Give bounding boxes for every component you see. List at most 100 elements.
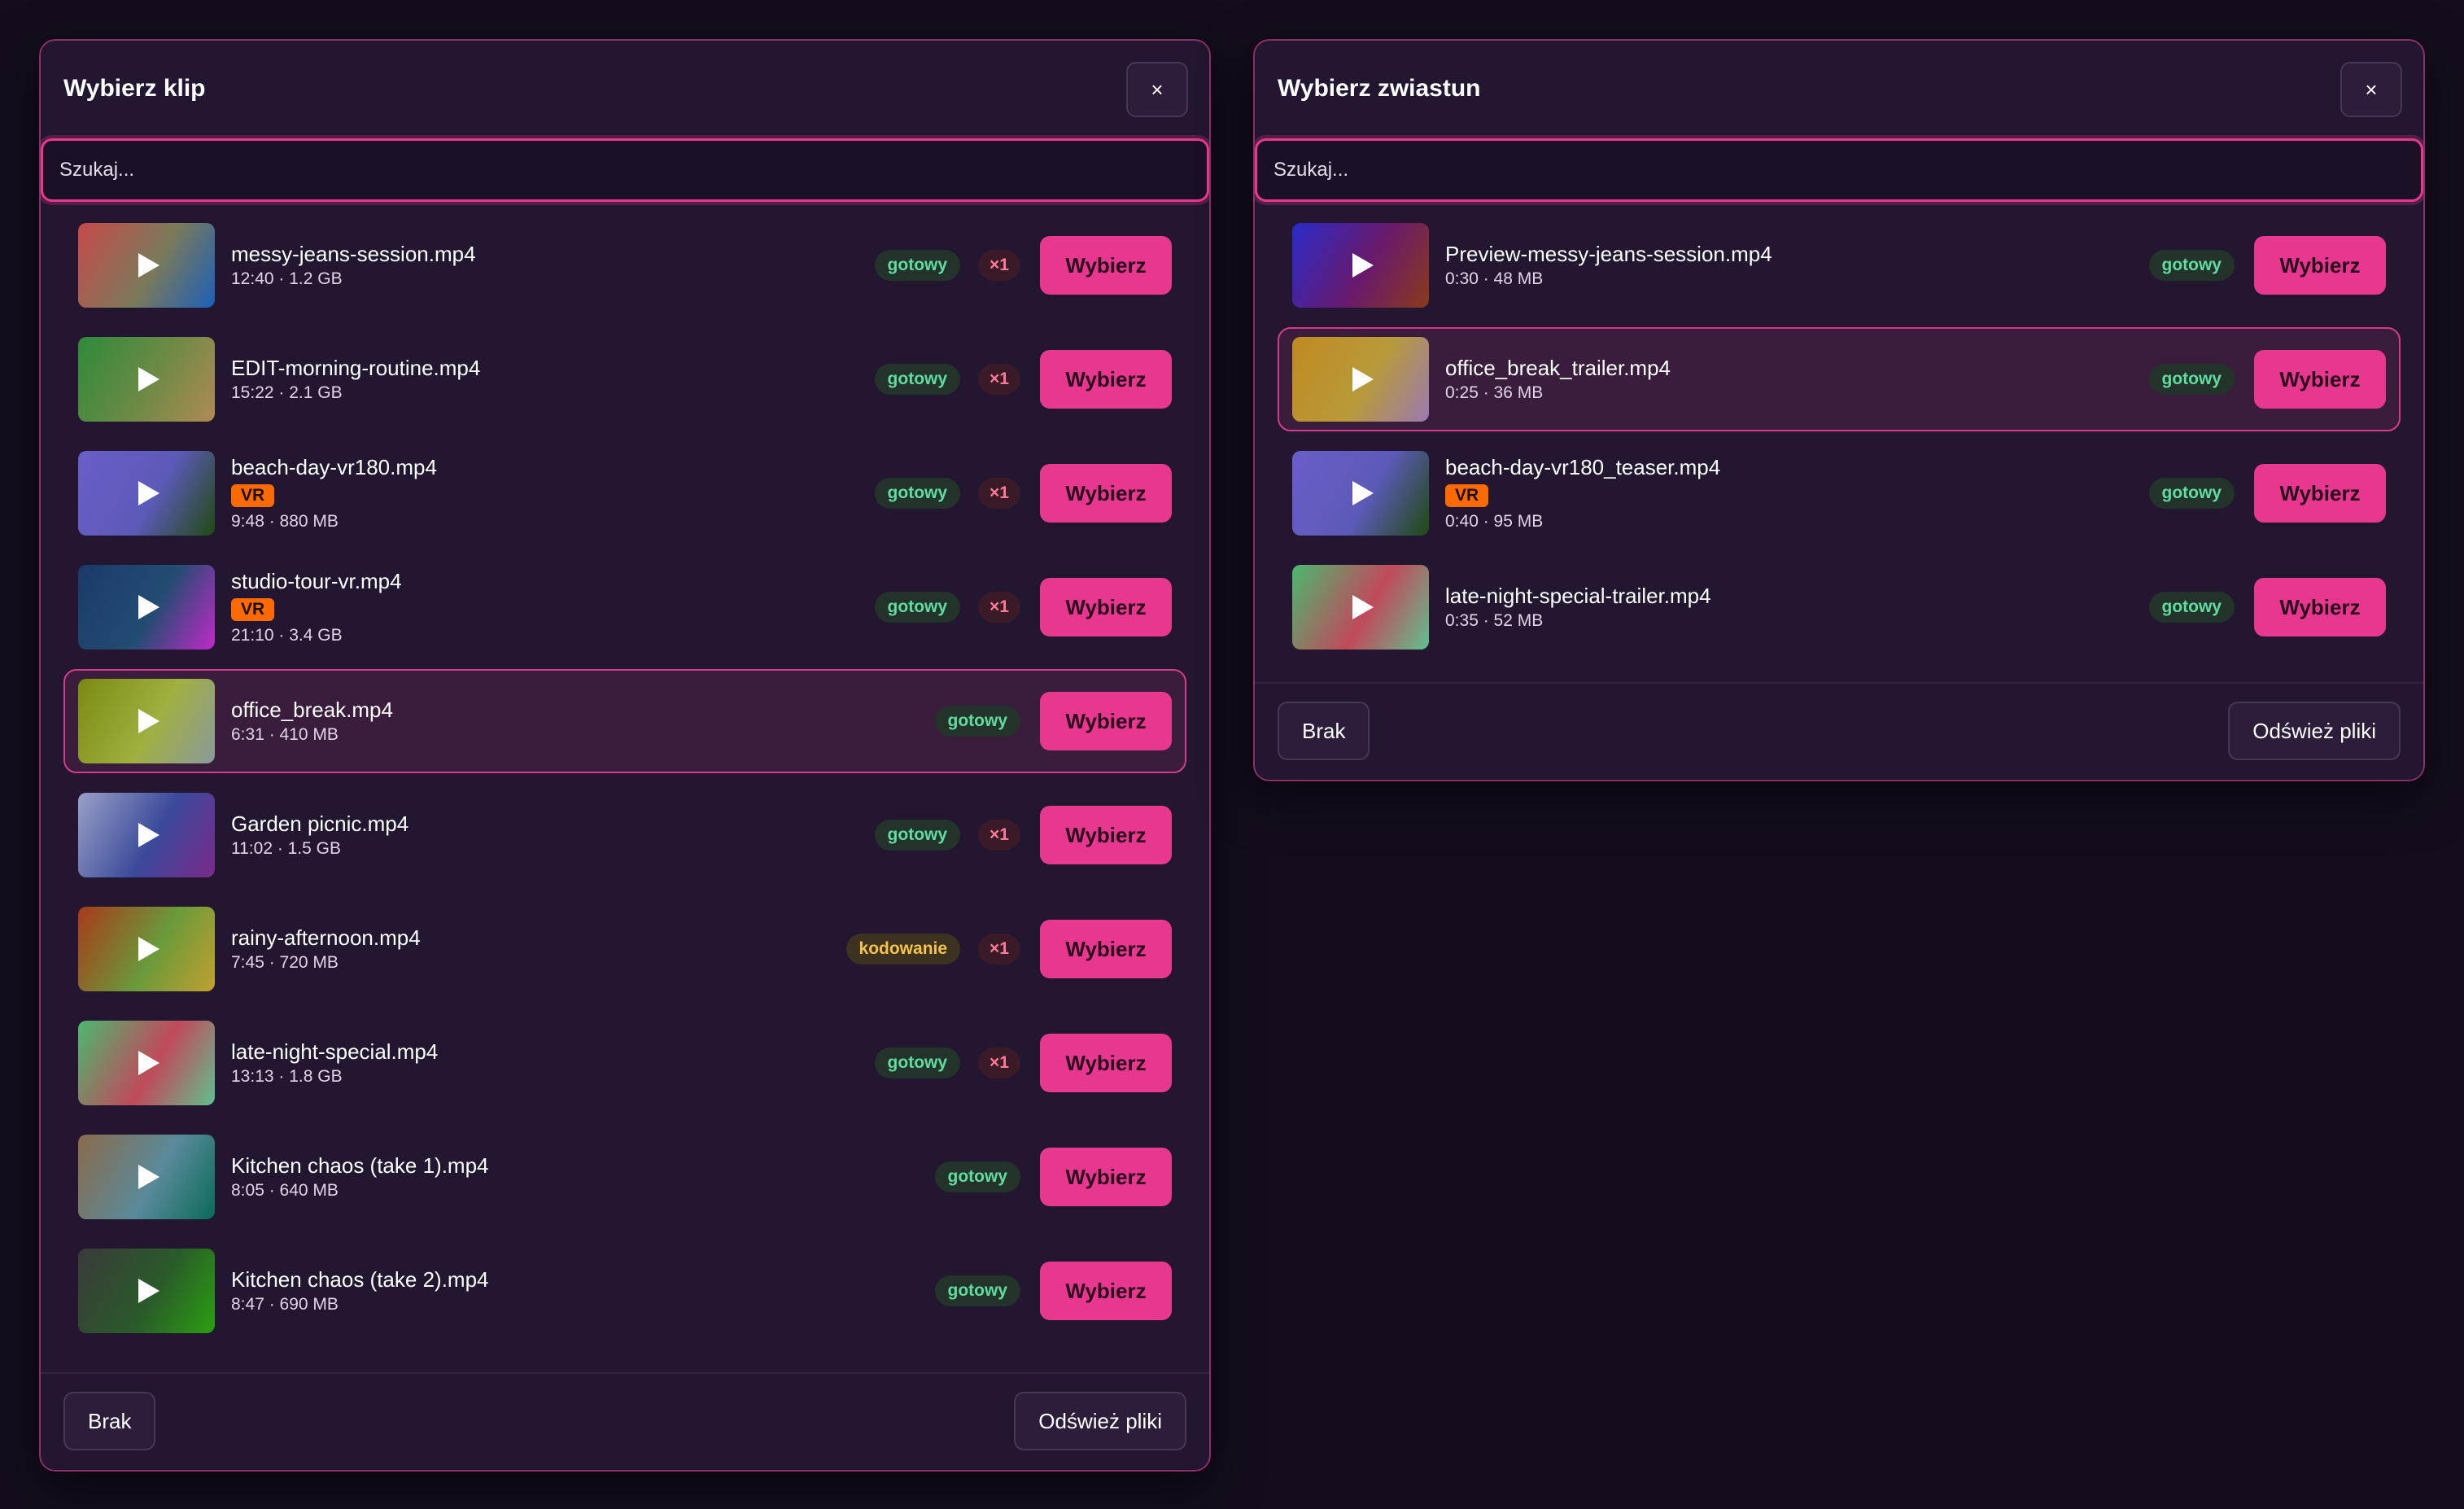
select-button[interactable]: Wybierz (1040, 692, 1172, 750)
select-button[interactable]: Wybierz (2254, 236, 2386, 295)
badges: gotowy (2148, 592, 2235, 623)
file-info: Kitchen chaos (take 2).mp4 8:47 · 690 MB (231, 1267, 935, 1314)
usage-count-badge: ×1 (978, 592, 1020, 623)
video-thumbnail[interactable] (78, 451, 215, 536)
none-button[interactable]: Brak (1278, 702, 1370, 760)
file-name: late-night-special.mp4 (231, 1039, 439, 1064)
video-thumbnail[interactable] (78, 223, 215, 308)
trailer-picker-dialog: Wybierz zwiastun × Preview-messy-jeans-s… (1253, 39, 2425, 781)
status-badge: gotowy (874, 250, 961, 281)
select-button[interactable]: Wybierz (1040, 920, 1172, 978)
video-thumbnail[interactable] (78, 337, 215, 422)
file-meta: 12:40 · 1.2 GB (231, 269, 343, 288)
video-thumbnail[interactable] (78, 793, 215, 877)
file-info: EDIT-morning-routine.mp4 15:22 · 2.1 GB (231, 356, 875, 403)
play-icon (138, 1165, 159, 1189)
video-thumbnail[interactable] (78, 1249, 215, 1333)
badges: gotowy (934, 1161, 1020, 1192)
video-thumbnail[interactable] (78, 1021, 215, 1105)
list-item[interactable]: Garden picnic.mp4 11:02 · 1.5 GB gotowy ×1 W… (63, 783, 1186, 887)
list-item[interactable]: EDIT-morning-routine.mp4 15:22 · 2.1 GB go… (63, 327, 1186, 431)
refresh-files-button[interactable]: Odśwież pliki (1014, 1392, 1186, 1450)
file-meta: 9:48 · 880 MB (231, 512, 339, 531)
play-icon (1352, 253, 1374, 278)
file-meta: 7:45 · 720 MB (231, 953, 339, 972)
list-item[interactable]: beach-day-vr180_teaser.mp4 VR 0:40 · 95 MB… (1278, 441, 2401, 545)
badges: gotowy (2148, 250, 2235, 281)
badges: gotowy (2148, 478, 2235, 509)
file-meta: 6:31 · 410 MB (231, 725, 339, 744)
list-item[interactable]: rainy-afternoon.mp4 7:45 · 720 MB kodowani… (63, 897, 1186, 1001)
list-item[interactable]: late-night-special.mp4 13:13 · 1.8 GB goto… (63, 1011, 1186, 1115)
play-icon (138, 595, 159, 619)
file-info: late-night-special-trailer.mp4 0:35 · 52 … (1445, 584, 2149, 631)
select-button[interactable]: Wybierz (1040, 236, 1172, 295)
video-thumbnail[interactable] (78, 679, 215, 763)
select-button[interactable]: Wybierz (2254, 350, 2386, 409)
list-item[interactable]: office_break_trailer.mp4 0:25 · 36 MB goto… (1278, 327, 2401, 431)
status-badge: gotowy (2148, 478, 2235, 509)
select-button[interactable]: Wybierz (1040, 464, 1172, 523)
video-thumbnail[interactable] (1292, 223, 1429, 308)
status-badge: kodowanie (845, 934, 961, 964)
video-thumbnail[interactable] (78, 907, 215, 991)
file-meta: 0:25 · 36 MB (1445, 383, 1544, 402)
select-button[interactable]: Wybierz (1040, 1148, 1172, 1206)
list-item[interactable]: late-night-special-trailer.mp4 0:35 · 52 … (1278, 555, 2401, 659)
list-item[interactable]: Kitchen chaos (take 2).mp4 8:47 · 690 MB g… (63, 1239, 1186, 1343)
video-thumbnail[interactable] (1292, 337, 1429, 422)
status-badge: gotowy (934, 1275, 1020, 1306)
file-name: Preview-messy-jeans-session.mp4 (1445, 242, 1772, 266)
video-thumbnail[interactable] (78, 565, 215, 650)
status-badge: gotowy (934, 706, 1020, 737)
video-thumbnail[interactable] (1292, 565, 1429, 650)
select-button[interactable]: Wybierz (1040, 806, 1172, 864)
status-badge: gotowy (874, 478, 961, 509)
list-item[interactable]: studio-tour-vr.mp4 VR 21:10 · 3.4 GB gotowy… (63, 555, 1186, 659)
badges: gotowy (934, 706, 1020, 737)
select-button[interactable]: Wybierz (1040, 578, 1172, 636)
status-badge: gotowy (2148, 592, 2235, 623)
select-button[interactable]: Wybierz (1040, 1262, 1172, 1320)
refresh-files-button[interactable]: Odśwież pliki (2228, 702, 2401, 760)
usage-count-badge: ×1 (978, 364, 1020, 395)
video-thumbnail[interactable] (78, 1135, 215, 1219)
usage-count-badge: ×1 (978, 934, 1020, 964)
badges: gotowy ×1 (874, 1048, 1020, 1078)
list-item[interactable]: Preview-messy-jeans-session.mp4 0:30 · 48… (1278, 213, 2401, 317)
play-icon (138, 709, 159, 733)
file-meta: 11:02 · 1.5 GB (231, 839, 342, 858)
file-name: office_break.mp4 (231, 698, 393, 722)
list-item[interactable]: office_break.mp4 6:31 · 410 MB gotowy Wybie… (63, 669, 1186, 773)
list-item[interactable]: Kitchen chaos (take 1).mp4 8:05 · 640 MB g… (63, 1125, 1186, 1229)
file-info: beach-day-vr180.mp4 VR 9:48 · 880 MB (231, 455, 875, 531)
play-icon (1352, 595, 1374, 619)
dialog-header: Wybierz klip × (41, 41, 1209, 138)
search-field[interactable] (1255, 138, 2423, 202)
none-button[interactable]: Brak (63, 1392, 156, 1450)
file-info: Preview-messy-jeans-session.mp4 0:30 · 48… (1445, 242, 2149, 289)
file-meta: 0:40 · 95 MB (1445, 512, 1544, 531)
select-button[interactable]: Wybierz (2254, 578, 2386, 636)
select-button[interactable]: Wybierz (2254, 464, 2386, 523)
badges: gotowy ×1 (874, 592, 1020, 623)
search-input[interactable] (1257, 141, 2421, 199)
search-field[interactable] (41, 138, 1209, 202)
file-info: rainy-afternoon.mp4 7:45 · 720 MB (231, 925, 846, 973)
close-button[interactable]: × (1126, 62, 1188, 117)
file-info: studio-tour-vr.mp4 VR 21:10 · 3.4 GB (231, 569, 875, 645)
video-thumbnail[interactable] (1292, 451, 1429, 536)
search-input[interactable] (43, 141, 1207, 199)
vr-badge: VR (231, 484, 275, 507)
dialog-footer: Brak Odśwież pliki (41, 1372, 1209, 1470)
close-button[interactable]: × (2340, 62, 2402, 117)
play-icon (1352, 367, 1374, 391)
select-button[interactable]: Wybierz (1040, 1034, 1172, 1092)
badges: gotowy (934, 1275, 1020, 1306)
file-meta: 21:10 · 3.4 GB (231, 626, 343, 645)
select-button[interactable]: Wybierz (1040, 350, 1172, 409)
file-name: beach-day-vr180.mp4 (231, 455, 437, 479)
list-item[interactable]: beach-day-vr180.mp4 VR 9:48 · 880 MB gotowy… (63, 441, 1186, 545)
file-meta: 0:30 · 48 MB (1445, 269, 1544, 288)
list-item[interactable]: messy-jeans-session.mp4 12:40 · 1.2 GB got… (63, 213, 1186, 317)
